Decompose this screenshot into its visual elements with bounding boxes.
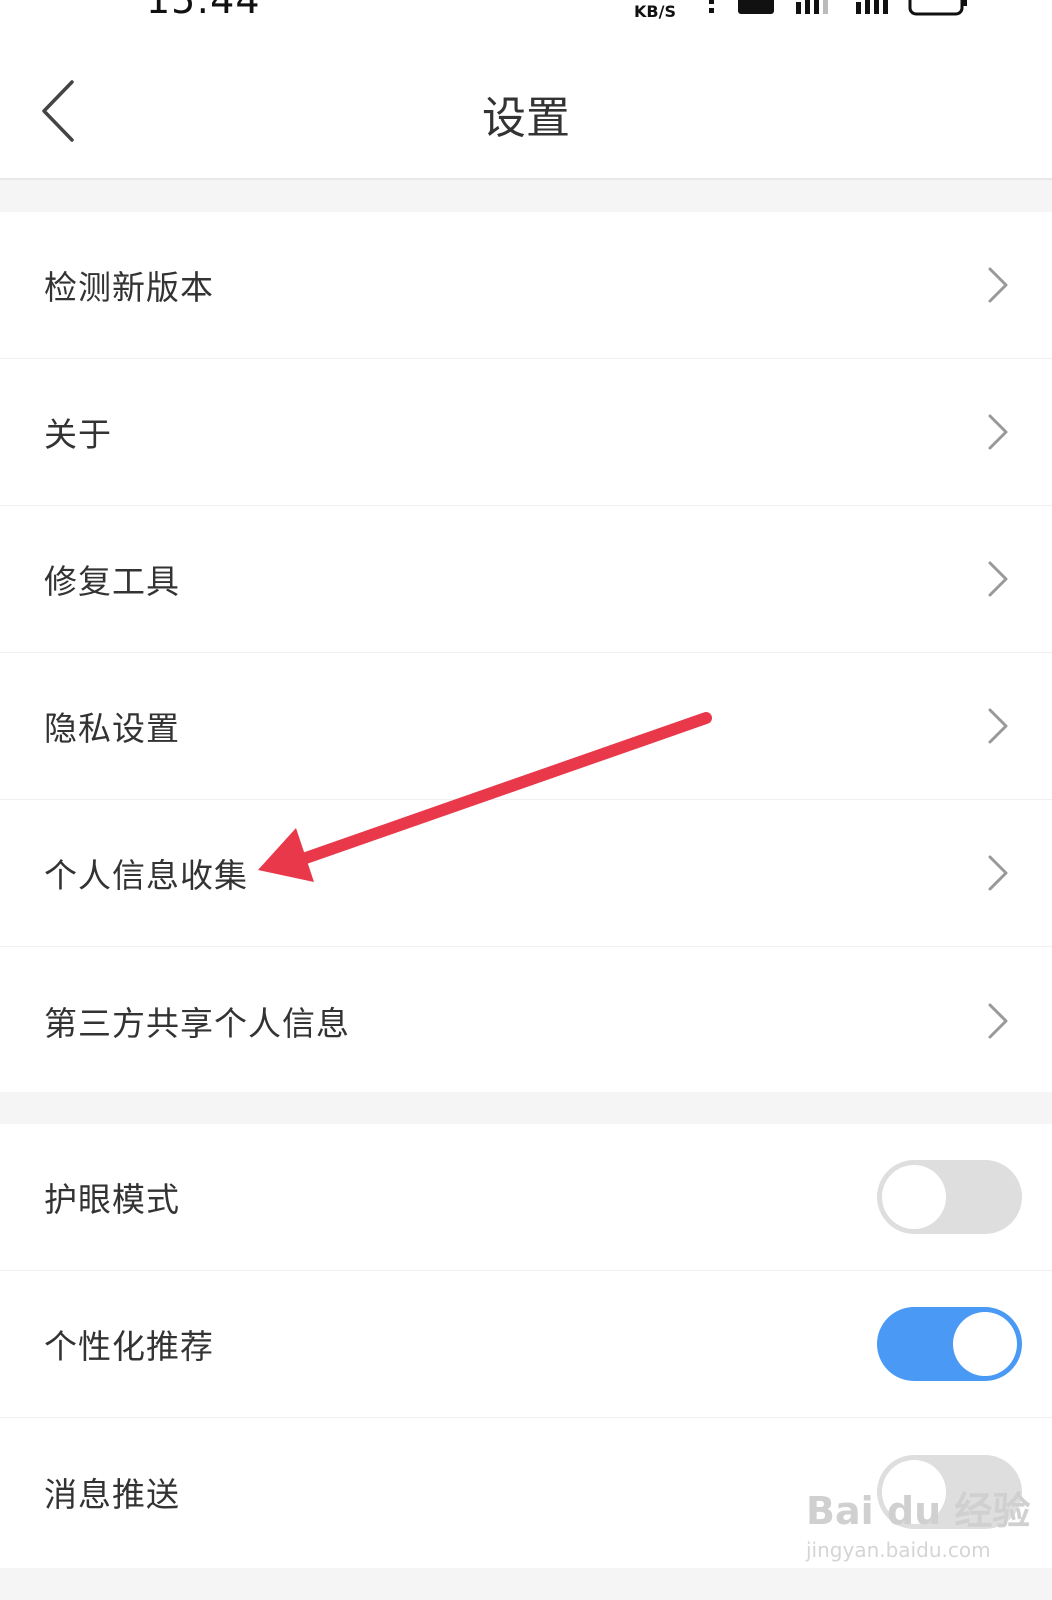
watermark-url: jingyan.baidu.com <box>806 1538 991 1562</box>
setting-row-label: 第三方共享个人信息 <box>44 1003 350 1043</box>
toggle-knob <box>882 1165 946 1229</box>
eye-protection-toggle[interactable] <box>877 1160 1022 1234</box>
wifi-icon <box>709 0 714 13</box>
setting-row-personalized-recommendation: 个性化推荐 <box>0 1271 1052 1418</box>
setting-row-check-update[interactable]: 检测新版本 <box>0 212 1052 359</box>
setting-row-label: 个人信息收集 <box>44 856 248 895</box>
setting-row-label: 关于 <box>44 415 112 454</box>
setting-row-label: 护眼模式 <box>44 1180 180 1219</box>
status-icons <box>709 0 967 16</box>
setting-row-label: 修复工具 <box>44 562 180 601</box>
personalized-recommendation-toggle[interactable] <box>877 1307 1022 1381</box>
baidu-watermark: Bai du 经验 jingyan.baidu.com <box>800 1480 1030 1576</box>
chevron-right-icon <box>988 267 1008 303</box>
chevron-right-icon <box>988 708 1008 744</box>
hd-icon <box>738 0 774 14</box>
setting-row-repair-tool[interactable]: 修复工具 <box>0 506 1052 653</box>
setting-row-privacy[interactable]: 隐私设置 <box>0 653 1052 800</box>
setting-row-label: 检测新版本 <box>44 268 214 307</box>
chevron-right-icon <box>988 561 1008 597</box>
chevron-right-icon <box>988 1003 1008 1038</box>
navigation-header: 设置 <box>0 38 1052 180</box>
status-time: 15:44 <box>146 0 261 22</box>
setting-row-label: 消息推送 <box>44 1474 180 1514</box>
settings-nav-section: 检测新版本 关于 修复工具 隐私设置 个人信息收集 第三方共享个人信息 <box>0 212 1052 1092</box>
setting-row-label: 隐私设置 <box>44 709 180 748</box>
toggle-knob <box>953 1312 1017 1376</box>
setting-row-about[interactable]: 关于 <box>0 359 1052 506</box>
setting-row-eye-protection: 护眼模式 <box>0 1124 1052 1271</box>
status-bar: 15:44 KB/S <box>0 0 1052 38</box>
page-title: 设置 <box>482 93 570 144</box>
watermark-main: Bai du 经验 <box>806 1489 1031 1533</box>
setting-row-label: 个性化推荐 <box>44 1327 214 1366</box>
network-speed-label: KB/S <box>634 2 676 21</box>
signal-icon-2 <box>856 0 888 14</box>
setting-row-personal-info-collection[interactable]: 个人信息收集 <box>0 800 1052 947</box>
chevron-right-icon <box>988 855 1008 891</box>
chevron-right-icon <box>988 414 1008 450</box>
signal-icon-1 <box>796 0 828 14</box>
battery-icon <box>908 0 967 16</box>
setting-row-third-party-sharing[interactable]: 第三方共享个人信息 <box>0 947 1052 1094</box>
